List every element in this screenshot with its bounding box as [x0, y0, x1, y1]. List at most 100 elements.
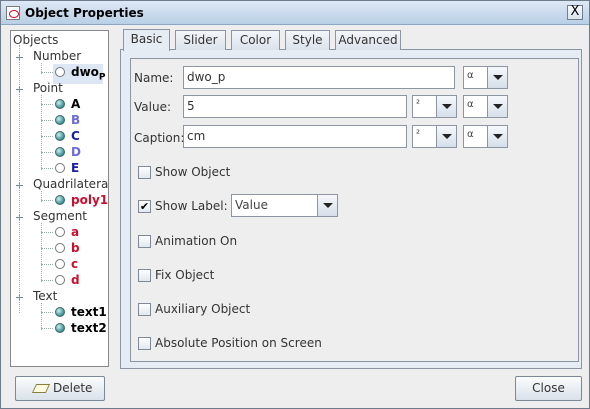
alpha-symbol: α — [467, 99, 474, 110]
visible-object-icon[interactable] — [55, 195, 65, 205]
tree-group[interactable]: Number — [13, 49, 108, 65]
caption-field[interactable]: cm — [183, 125, 407, 148]
hidden-object-icon[interactable] — [55, 275, 65, 285]
tab-advanced[interactable]: Advanced — [335, 30, 401, 50]
fix-object-checkbox[interactable] — [138, 269, 151, 282]
tree-connector — [41, 280, 53, 281]
tab-color[interactable]: Color — [231, 30, 280, 50]
tree-item[interactable]: b — [55, 241, 107, 257]
tree-item-text: poly1 — [71, 193, 109, 207]
tree-item[interactable]: dwoP — [55, 65, 107, 82]
tree-item-label: A — [71, 97, 80, 111]
tree-connector — [41, 104, 53, 105]
tree-item-text: b — [71, 241, 80, 255]
name-field[interactable]: dwo_p — [183, 66, 455, 89]
chevron-down-icon[interactable] — [317, 195, 337, 216]
chevron-down-icon[interactable] — [487, 96, 507, 117]
delete-button[interactable]: Delete — [15, 376, 105, 401]
auxiliary-object-checkbox[interactable] — [138, 303, 151, 316]
tree-item[interactable]: C — [55, 129, 107, 145]
tree-item-label: B — [71, 113, 80, 127]
visible-object-icon[interactable] — [55, 147, 65, 157]
chevron-down-icon[interactable] — [487, 126, 507, 147]
hidden-object-icon[interactable] — [55, 163, 65, 173]
absolute-position-checkbox[interactable] — [138, 337, 151, 350]
show-label-checkbox[interactable]: ✔ — [138, 200, 151, 213]
tree-connector — [41, 303, 42, 330]
visible-object-icon[interactable] — [55, 307, 65, 317]
tree-item[interactable]: poly1 — [55, 193, 109, 209]
chevron-down-icon[interactable] — [436, 126, 456, 147]
tree-group[interactable]: Point — [13, 81, 108, 97]
value-symbol-dropdown[interactable]: α — [463, 95, 508, 118]
tree-connector — [41, 232, 53, 233]
tree-connector — [19, 45, 20, 313]
superscript-symbol: ² — [416, 129, 421, 140]
tree-connector — [41, 95, 42, 170]
tree-item[interactable]: B — [55, 113, 107, 129]
tree-item[interactable]: d — [55, 273, 107, 289]
absolute-position-option[interactable]: Absolute Position on Screen — [138, 336, 328, 352]
tree-item-label: c — [71, 257, 78, 271]
fix-object-option[interactable]: Fix Object — [138, 268, 328, 284]
value-label: Value: — [134, 100, 171, 114]
tree-item-label: b — [71, 241, 80, 255]
visible-object-icon[interactable] — [55, 323, 65, 333]
animation-on-option[interactable]: Animation On — [138, 234, 328, 250]
tree-item-label: a — [71, 225, 79, 239]
visible-object-icon[interactable] — [55, 131, 65, 141]
object-tree[interactable]: Objects Number dwoP Point A B C D E Quadrilateral… — [10, 30, 109, 367]
tree-group-label: Point — [33, 81, 63, 95]
tree-item-label: dwoP — [71, 65, 106, 82]
value-field[interactable]: 5 — [183, 95, 407, 118]
tree-item-text: dwo — [71, 65, 99, 79]
tree-item-text: D — [71, 145, 81, 159]
tree-connector — [41, 136, 53, 137]
absolute-position-label: Absolute Position on Screen — [155, 336, 322, 350]
close-button[interactable]: Close — [515, 376, 582, 401]
hidden-object-icon[interactable] — [55, 227, 65, 237]
tree-item[interactable]: text2 — [55, 321, 107, 337]
tree-item-text: C — [71, 129, 80, 143]
auxiliary-object-label: Auxiliary Object — [155, 302, 251, 316]
tree-connector — [41, 264, 53, 265]
tab-basic[interactable]: Basic — [123, 29, 170, 51]
value-superscript-dropdown[interactable]: ² — [412, 95, 457, 118]
tree-group-label: Quadrilateral — [33, 177, 109, 191]
tree-connector — [41, 328, 53, 329]
tree-item[interactable]: D — [55, 145, 107, 161]
tree-item[interactable]: a — [55, 225, 107, 241]
tree-item[interactable]: text1 — [55, 305, 107, 321]
hidden-object-icon[interactable] — [55, 67, 65, 77]
hidden-object-icon[interactable] — [55, 259, 65, 269]
eraser-icon — [33, 383, 47, 393]
tree-group-label: Segment — [33, 209, 87, 223]
label-mode-dropdown[interactable]: Value — [231, 194, 338, 217]
tree-item[interactable]: A — [55, 97, 107, 113]
title-bar[interactable]: Object Properties X — [1, 1, 589, 25]
chevron-down-icon[interactable] — [487, 67, 507, 88]
tree-group[interactable]: Text — [13, 289, 108, 305]
visible-object-icon[interactable] — [55, 115, 65, 125]
show-object-checkbox[interactable] — [138, 166, 151, 179]
name-symbol-dropdown[interactable]: α — [463, 66, 508, 89]
animation-on-checkbox[interactable] — [138, 235, 151, 248]
close-window-button[interactable]: X — [567, 5, 583, 20]
tree-item-label: text1 — [71, 305, 107, 319]
caption-symbol-dropdown[interactable]: α — [463, 125, 508, 148]
tree-item[interactable]: E — [55, 161, 107, 177]
tree-item[interactable]: c — [55, 257, 107, 273]
tab-slider[interactable]: Slider — [175, 30, 226, 50]
tree-group[interactable]: Segment — [13, 209, 108, 225]
show-label-label: Show Label: — [155, 199, 228, 213]
hidden-object-icon[interactable] — [55, 243, 65, 253]
tree-group[interactable]: Quadrilateral — [13, 177, 108, 193]
visible-object-icon[interactable] — [55, 99, 65, 109]
chevron-down-icon[interactable] — [436, 96, 456, 117]
tree-connector — [41, 223, 42, 282]
tab-style[interactable]: Style — [285, 30, 330, 50]
caption-superscript-dropdown[interactable]: ² — [412, 125, 457, 148]
show-object-option[interactable]: Show Object — [138, 165, 328, 181]
animation-on-label: Animation On — [155, 234, 238, 248]
auxiliary-object-option[interactable]: Auxiliary Object — [138, 302, 328, 318]
